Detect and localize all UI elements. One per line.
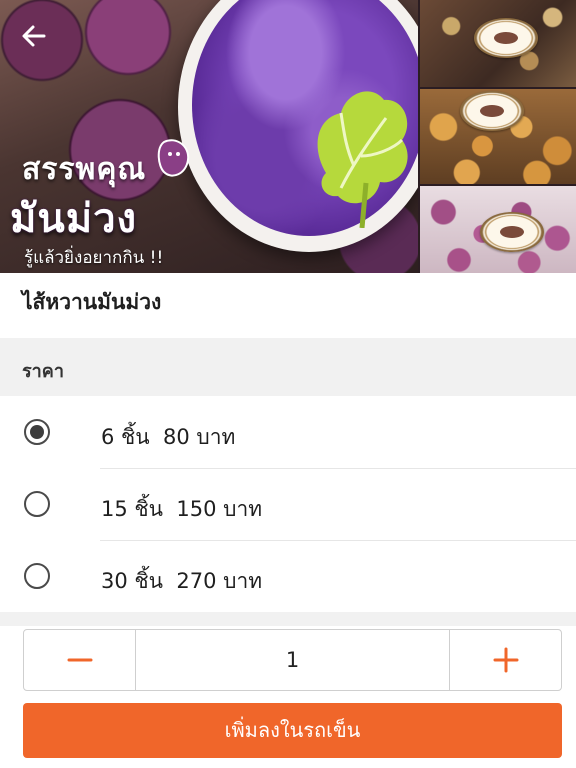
- back-button[interactable]: [18, 20, 50, 52]
- quantity-stepper[interactable]: 1: [23, 629, 562, 691]
- product-image: สรรพคุณ มันม่วง รู้แล้วยิ่งอยากกิน !!: [0, 0, 576, 273]
- price-group-label: ราคา: [22, 361, 64, 382]
- radio-unchecked-icon[interactable]: [24, 491, 50, 517]
- quantity-value[interactable]: 1: [136, 630, 449, 690]
- plus-icon: [493, 647, 519, 673]
- price-option-label: 15 ชิ้น 150 บาท: [101, 497, 263, 521]
- hero-main-photo: สรรพคุณ มันม่วง รู้แล้วยิ่งอยากกิน !!: [0, 0, 418, 273]
- shop-logo-icon: [480, 212, 544, 252]
- price-option-2[interactable]: 15 ชิ้น 150 บาท: [0, 469, 576, 541]
- price-group-header: ราคา: [0, 338, 576, 396]
- promo-title: มันม่วง: [10, 196, 138, 242]
- increase-quantity-button[interactable]: [449, 630, 561, 690]
- hero-side-photo-3: [420, 186, 576, 273]
- sweet-potato-icon: [157, 139, 190, 177]
- radio-checked-icon[interactable]: [24, 419, 50, 445]
- add-to-cart-button[interactable]: เพิ่มลงในรถเข็น: [23, 703, 562, 758]
- price-option-label: 30 ชิ้น 270 บาท: [101, 569, 263, 593]
- price-option-1[interactable]: 6 ชิ้น 80 บาท: [0, 397, 576, 469]
- radio-unchecked-icon[interactable]: [24, 563, 50, 589]
- decrease-quantity-button[interactable]: [24, 630, 136, 690]
- minus-icon: [67, 658, 93, 662]
- parsley-leaf-icon: [317, 91, 408, 228]
- price-option-3[interactable]: 30 ชิ้น 270 บาท: [0, 541, 576, 613]
- hero-side-photo-1: [420, 0, 576, 87]
- shop-logo-icon: [460, 91, 524, 131]
- hero-side-photo-2: [420, 89, 576, 184]
- price-option-label: 6 ชิ้น 80 บาท: [101, 425, 236, 449]
- product-title: ไส้หวานมันม่วง: [22, 290, 162, 314]
- promo-tagline: รู้แล้วยิ่งอยากกิน !!: [24, 248, 164, 268]
- arrow-left-icon: [22, 25, 46, 47]
- shop-logo-icon: [474, 18, 538, 58]
- section-divider: [0, 612, 576, 626]
